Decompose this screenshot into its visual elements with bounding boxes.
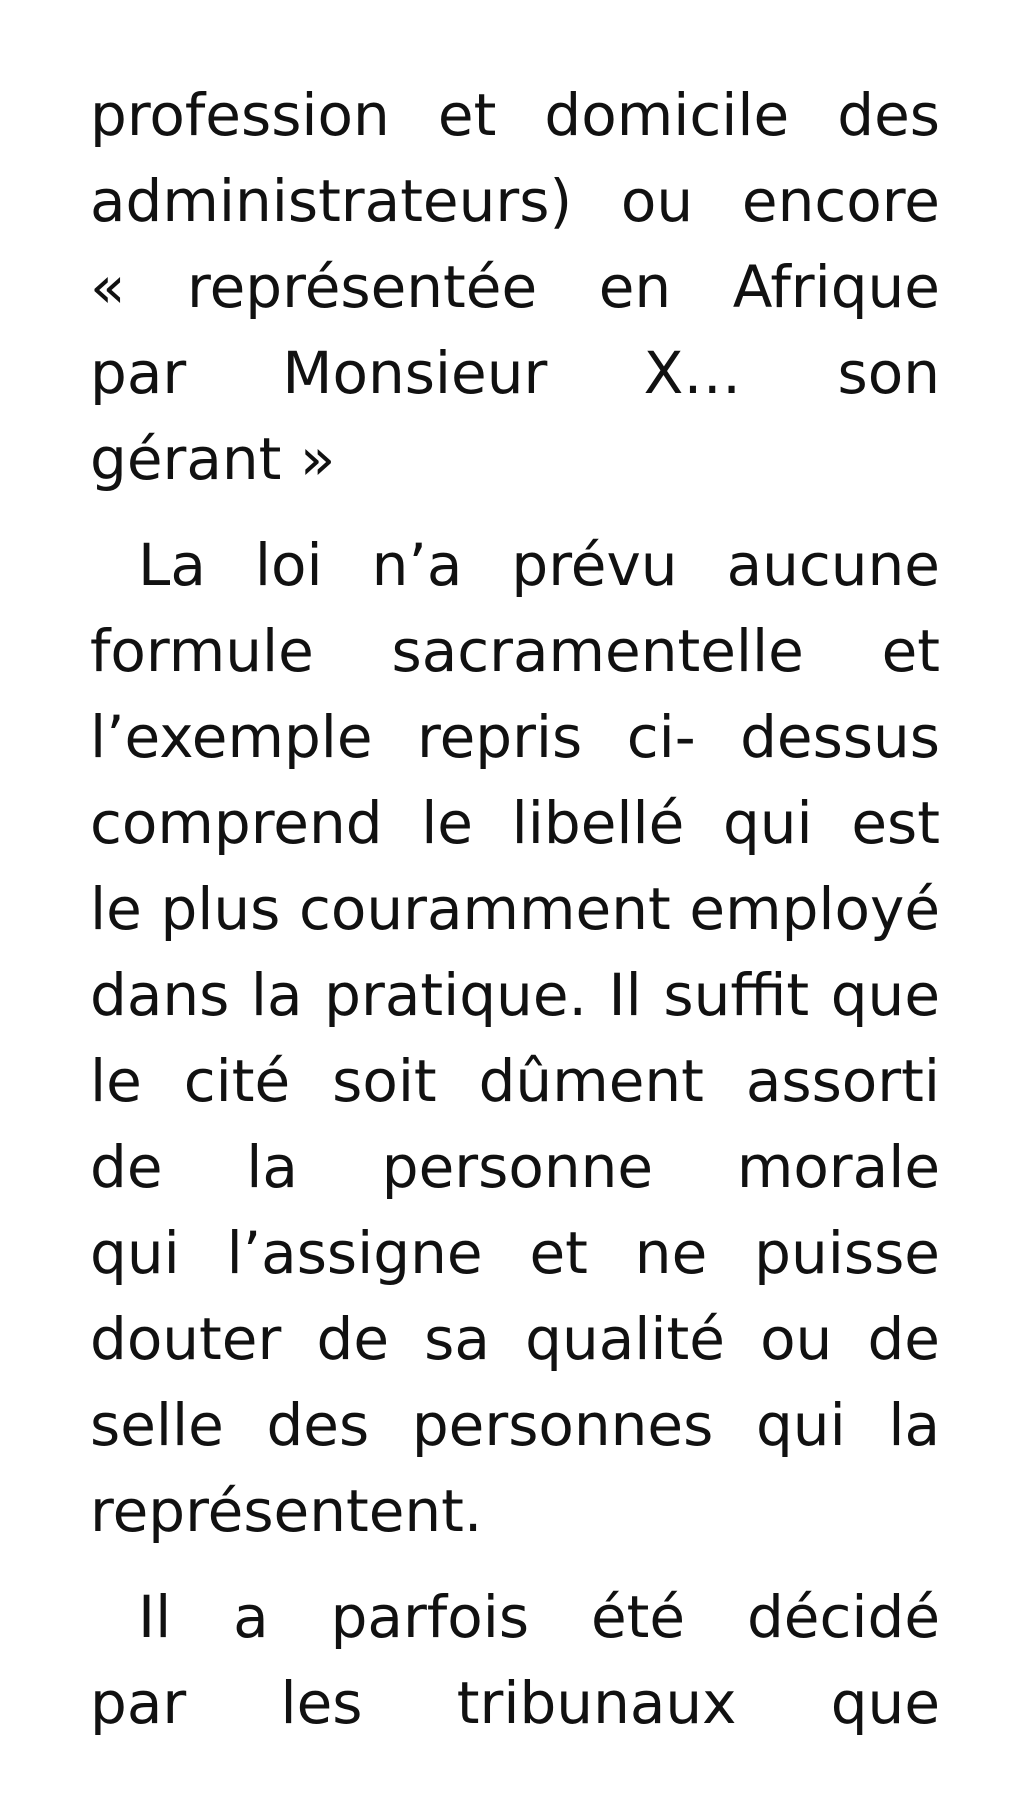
text-line: douter de sa qualité ou de xyxy=(90,1305,940,1373)
paragraph-continued: profession et domicile des administrateu… xyxy=(90,72,940,502)
text-line: selle des personnes qui la xyxy=(90,1391,940,1459)
document-page: profession et domicile des administrateu… xyxy=(90,72,940,1746)
text-line: le plus couramment employé xyxy=(90,875,940,943)
text-line: qui l’assigne et ne puisse xyxy=(90,1219,940,1287)
text-line: comprend le libellé qui est xyxy=(90,789,940,857)
text-line: dans la pratique. Il suffit que xyxy=(90,961,940,1029)
text-line: formule sacramentelle et xyxy=(90,617,940,685)
text-line: profession et domicile des xyxy=(90,81,940,149)
text-line: Il a parfois été décidé xyxy=(138,1583,940,1651)
text-line: La loi n’a prévu aucune xyxy=(138,531,940,599)
text-line: administrateurs) ou encore xyxy=(90,167,940,235)
text-line: « représentée en Afrique xyxy=(90,253,940,321)
paragraph-tribunals: Il a parfois été décidé par les tribunau… xyxy=(90,1574,940,1746)
text-line: par Monsieur X… son xyxy=(90,339,940,407)
text-line: l’exemple repris ci- dessus xyxy=(90,703,940,771)
text-line: le cité soit dûment assorti xyxy=(90,1047,940,1115)
text-line: gérant » xyxy=(90,425,336,493)
text-line: par les tribunaux que xyxy=(90,1669,940,1737)
text-line: de la personne morale xyxy=(90,1133,940,1201)
text-line: représentent. xyxy=(90,1477,483,1545)
paragraph-formula: La loi n’a prévu aucune formule sacramen… xyxy=(90,522,940,1554)
